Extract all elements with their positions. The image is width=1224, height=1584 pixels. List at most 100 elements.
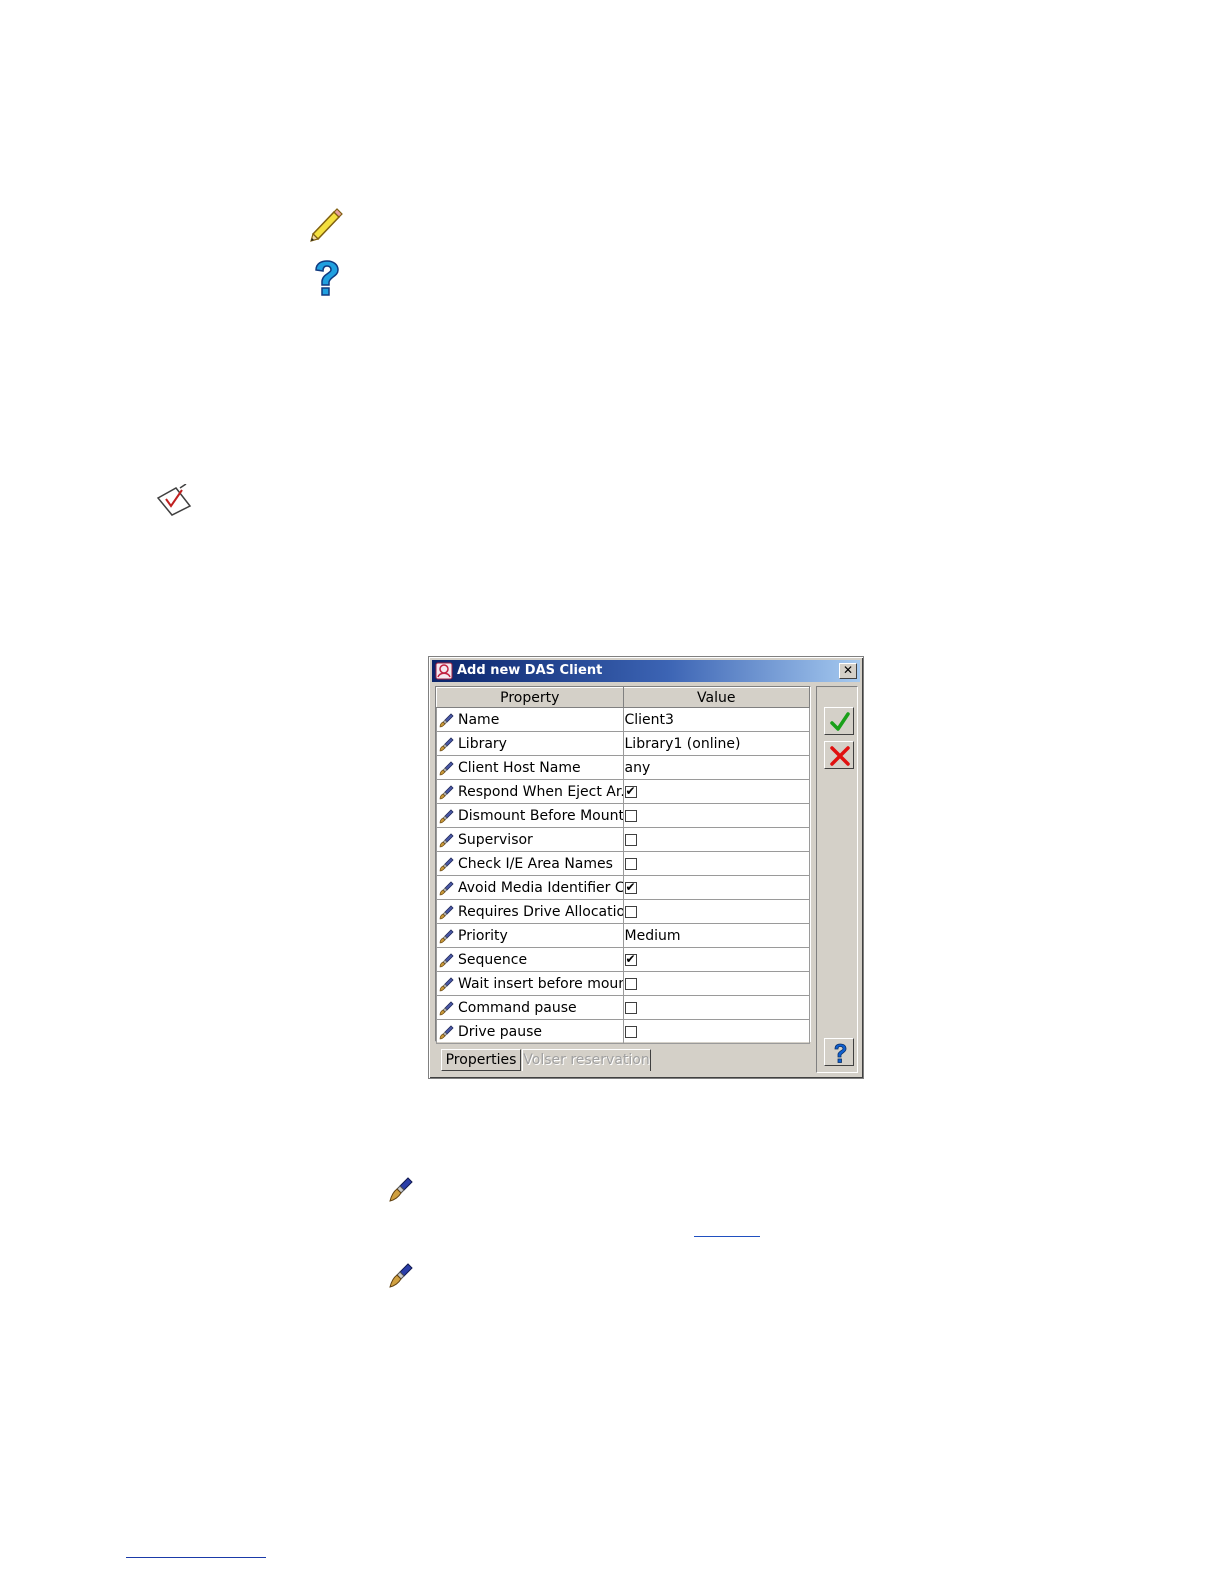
property-cell[interactable]: Supervisor <box>436 827 624 852</box>
table-row[interactable]: Library Library1 (online) <box>436 731 810 756</box>
property-cell[interactable]: Dismount Before Mount <box>436 803 624 828</box>
property-cell[interactable]: Sequence <box>436 947 624 972</box>
column-header-value[interactable]: Value <box>622 687 810 708</box>
edit-brush-icon <box>388 1176 414 1202</box>
value-checkbox[interactable] <box>624 977 637 990</box>
checkmark-icon <box>830 712 850 731</box>
value-cell[interactable] <box>622 827 810 852</box>
value-checkbox[interactable] <box>624 809 637 822</box>
value-cell[interactable] <box>622 803 810 828</box>
action-button-panel <box>816 686 858 1073</box>
question-icon <box>834 1043 847 1063</box>
property-label: Requires Drive Allocation <box>458 903 623 920</box>
value-cell[interactable] <box>622 995 810 1020</box>
table-row[interactable]: Client Host Name any <box>436 755 810 780</box>
property-label: Dismount Before Mount <box>458 807 623 824</box>
value-cell[interactable]: Client3 <box>622 707 810 732</box>
property-label: Drive pause <box>458 1023 543 1040</box>
table-row[interactable]: Supervisor <box>436 827 810 852</box>
property-cell[interactable]: Command pause <box>436 995 624 1020</box>
property-cell[interactable]: Priority <box>436 923 624 948</box>
table-row[interactable]: Respond When Eject Ar... <box>436 779 810 804</box>
edit-pencil-icon <box>439 736 455 752</box>
table-row[interactable]: Requires Drive Allocation <box>436 899 810 924</box>
table-row[interactable]: Sequence <box>436 947 810 972</box>
value-cell[interactable]: Medium <box>622 923 810 948</box>
property-label: Priority <box>458 927 508 944</box>
edit-pencil-icon <box>439 904 455 920</box>
property-cell[interactable]: Library <box>436 731 624 756</box>
property-cell[interactable]: Respond When Eject Ar... <box>436 779 624 804</box>
hyperlink-underline[interactable] <box>694 1236 760 1237</box>
help-button[interactable] <box>824 1038 854 1066</box>
table-row[interactable]: Name Client3 <box>436 707 810 732</box>
dialog-title: Add new DAS Client <box>457 663 603 678</box>
close-button[interactable]: ✕ <box>839 663 857 679</box>
value-checkbox[interactable] <box>624 952 637 966</box>
value-checkbox[interactable] <box>624 1025 637 1038</box>
value-text: Medium <box>624 927 681 944</box>
table-row[interactable]: Wait insert before mount <box>436 971 810 996</box>
value-cell[interactable] <box>622 947 810 972</box>
property-cell[interactable]: Drive pause <box>436 1019 624 1044</box>
property-label: Check I/E Area Names <box>458 855 613 872</box>
ok-button[interactable] <box>824 707 854 735</box>
property-label: Avoid Media Identifier C... <box>458 879 623 896</box>
tab-volser-reservation[interactable]: Volser reservation <box>522 1049 651 1071</box>
property-table: Property Value Name Client3 Library Library… <box>435 686 811 1044</box>
property-cell[interactable]: Client Host Name <box>436 755 624 780</box>
column-header-property[interactable]: Property <box>436 687 624 708</box>
property-table-body: Name Client3 Library Library1 (online) Clien… <box>436 707 810 1044</box>
value-checkbox[interactable] <box>624 784 637 798</box>
value-cell[interactable] <box>622 779 810 804</box>
edit-pencil-icon <box>439 856 455 872</box>
edit-pencil-icon <box>439 784 455 800</box>
edit-pencil-icon <box>439 928 455 944</box>
table-row[interactable]: Check I/E Area Names <box>436 851 810 876</box>
property-cell[interactable]: Name <box>436 707 624 732</box>
table-row[interactable]: Priority Medium <box>436 923 810 948</box>
table-row[interactable]: Avoid Media Identifier C... <box>436 875 810 900</box>
property-label: Respond When Eject Ar... <box>458 783 623 800</box>
value-checkbox[interactable] <box>624 857 637 870</box>
cancel-button[interactable] <box>824 741 854 769</box>
value-checkbox[interactable] <box>624 905 637 918</box>
property-label: Sequence <box>458 951 528 968</box>
edit-brush-icon <box>388 1262 414 1288</box>
edit-pencil-icon <box>439 760 455 776</box>
value-checkbox[interactable] <box>624 1001 637 1014</box>
property-label: Wait insert before mount <box>458 975 623 992</box>
property-cell[interactable]: Avoid Media Identifier C... <box>436 875 624 900</box>
property-cell[interactable]: Wait insert before mount <box>436 971 624 996</box>
value-text: any <box>624 759 651 776</box>
property-label: Name <box>458 711 500 728</box>
value-cell[interactable] <box>622 875 810 900</box>
value-cell[interactable] <box>622 971 810 996</box>
value-cell[interactable] <box>622 851 810 876</box>
dialog-titlebar[interactable]: Add new DAS Client ✕ <box>432 660 860 682</box>
edit-pencil-icon <box>439 832 455 848</box>
table-row[interactable]: Dismount Before Mount <box>436 803 810 828</box>
edit-pencil-icon <box>439 952 455 968</box>
edit-pencil-icon <box>439 1000 455 1016</box>
value-cell[interactable] <box>622 1019 810 1044</box>
footer-link-underline[interactable] <box>126 1557 266 1558</box>
help-question-icon <box>310 260 342 298</box>
table-row[interactable]: Command pause <box>436 995 810 1020</box>
red-x-icon <box>830 746 850 766</box>
value-checkbox[interactable] <box>624 880 637 894</box>
property-label: Command pause <box>458 999 577 1016</box>
note-check-icon <box>156 483 192 516</box>
edit-pencil-icon <box>439 880 455 896</box>
property-cell[interactable]: Requires Drive Allocation <box>436 899 624 924</box>
property-label: Client Host Name <box>458 759 581 776</box>
tab-properties[interactable]: Properties <box>441 1049 521 1071</box>
value-cell[interactable] <box>622 899 810 924</box>
value-checkbox[interactable] <box>624 833 637 846</box>
value-text: Library1 (online) <box>624 735 741 752</box>
value-cell[interactable]: any <box>622 755 810 780</box>
edit-pencil-icon <box>439 712 455 728</box>
value-cell[interactable]: Library1 (online) <box>622 731 810 756</box>
table-row[interactable]: Drive pause <box>436 1019 810 1044</box>
property-cell[interactable]: Check I/E Area Names <box>436 851 624 876</box>
